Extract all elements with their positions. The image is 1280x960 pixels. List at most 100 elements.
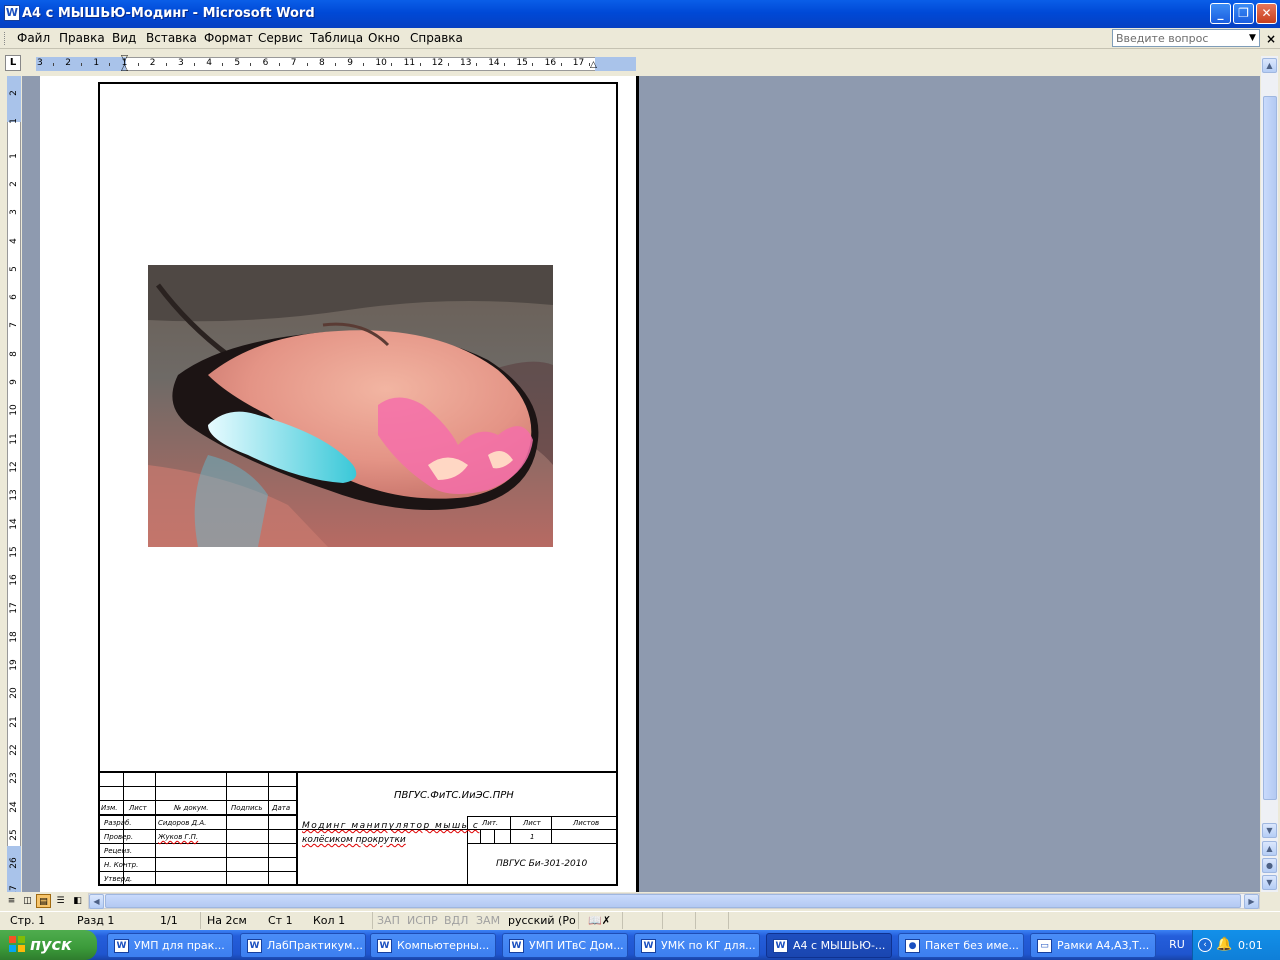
menu-edit[interactable]: Правка bbox=[59, 31, 105, 45]
mouse-photo-image[interactable] bbox=[148, 265, 553, 547]
menu-view[interactable]: Вид bbox=[112, 31, 136, 45]
status-language[interactable]: русский (Ро bbox=[508, 914, 576, 927]
document-close-button[interactable]: × bbox=[1266, 32, 1276, 46]
taskbar-item[interactable]: ● Пакет без име... bbox=[898, 933, 1024, 958]
ruler-number: 10 bbox=[375, 58, 387, 68]
ruler-tick bbox=[560, 63, 562, 66]
vruler-number: 22 bbox=[9, 744, 19, 756]
vruler-number: 24 bbox=[9, 800, 19, 813]
tray-expand-icon[interactable]: ‹ bbox=[1198, 938, 1212, 952]
ruler-number: 12 bbox=[431, 58, 444, 68]
developer-name: Сидоров Д.А. bbox=[158, 819, 207, 827]
scroll-left-button[interactable]: ◀ bbox=[89, 894, 104, 909]
vruler-number: 6 bbox=[9, 294, 19, 300]
tab-selector-button[interactable]: L bbox=[5, 55, 21, 71]
task-app-icon: W bbox=[247, 939, 262, 953]
spelling-check-icon[interactable]: 📖✗ bbox=[588, 914, 611, 927]
header-date: Дата bbox=[272, 804, 291, 812]
ruler-number: 14 bbox=[488, 58, 500, 68]
vruler-number: 14 bbox=[9, 517, 19, 530]
scroll-down-button[interactable]: ▼ bbox=[1262, 823, 1277, 838]
taskbar-item[interactable]: W Компьютерны... bbox=[370, 933, 496, 958]
ruler-tick bbox=[532, 63, 534, 66]
checker-name: Жуков Г.П. bbox=[158, 833, 199, 841]
print-layout-icon[interactable]: ▤ bbox=[36, 894, 51, 908]
task-app-icon: ● bbox=[905, 939, 920, 953]
vruler-number: 9 bbox=[9, 379, 19, 385]
status-record[interactable]: ЗАП bbox=[377, 914, 400, 927]
web-view-icon[interactable]: ◫ bbox=[20, 894, 35, 908]
ruler-number: 7 bbox=[290, 58, 297, 68]
taskbar-item[interactable]: W УМП ИТвС Дом... bbox=[502, 933, 628, 958]
ruler-number: 2 bbox=[65, 58, 71, 68]
vruler-number: 18 bbox=[9, 630, 19, 643]
ruler-number: 1 bbox=[93, 58, 100, 68]
minimize-button[interactable]: _ bbox=[1210, 3, 1231, 24]
header-list: Лист bbox=[129, 804, 147, 812]
taskbar-item[interactable]: W А4 с МЫШЬЮ-... bbox=[766, 933, 892, 958]
task-label: А4 с МЫШЬЮ-... bbox=[793, 939, 886, 952]
taskbar-item[interactable]: W УМК по КГ для... bbox=[634, 933, 760, 958]
scroll-up-button[interactable]: ▲ bbox=[1262, 58, 1277, 73]
vruler-number: 8 bbox=[9, 350, 19, 357]
role-developer: Разраб. bbox=[104, 819, 132, 827]
role-approver: Утверд. bbox=[104, 875, 133, 883]
menu-window[interactable]: Окно bbox=[368, 31, 400, 45]
status-section: Разд 1 bbox=[77, 914, 115, 927]
ruler-tick bbox=[165, 63, 167, 66]
toolbar-grip-icon[interactable] bbox=[4, 32, 7, 45]
next-page-button[interactable]: ▼ bbox=[1262, 875, 1277, 890]
previous-page-button[interactable]: ▲ bbox=[1262, 841, 1277, 856]
ruler-tick bbox=[476, 63, 477, 66]
maximize-button[interactable]: ❐ bbox=[1233, 3, 1254, 24]
vruler-number: 12 bbox=[9, 461, 19, 473]
right-indent-marker[interactable]: △ bbox=[590, 61, 597, 70]
task-label: ЛабПрактикум... bbox=[267, 939, 363, 952]
ruler-tick bbox=[419, 63, 421, 66]
close-button[interactable]: ✕ bbox=[1256, 3, 1277, 24]
vertical-scroll-thumb[interactable] bbox=[1263, 96, 1277, 800]
sheet-number: 1 bbox=[530, 833, 535, 841]
lit-label: Лит. bbox=[482, 819, 499, 827]
outline-view-icon[interactable]: ☰ bbox=[53, 894, 68, 908]
menu-bar: Файл Правка Вид Вставка Формат Сервис Та… bbox=[0, 28, 1280, 49]
reading-view-icon[interactable]: ◧ bbox=[70, 894, 85, 908]
status-line: Ст 1 bbox=[268, 914, 293, 927]
tray-app-icon[interactable]: 🔔 bbox=[1216, 937, 1232, 953]
header-signature: Подпись bbox=[231, 804, 263, 812]
menu-table[interactable]: Таблица bbox=[310, 31, 363, 45]
language-indicator[interactable]: RU bbox=[1162, 930, 1192, 960]
help-question-input[interactable]: Введите вопрос bbox=[1112, 29, 1260, 47]
vertical-ruler[interactable] bbox=[7, 76, 21, 892]
status-overtype[interactable]: ЗАМ bbox=[476, 914, 500, 927]
ruler-number: 11 bbox=[403, 58, 416, 68]
taskbar-item[interactable]: W ЛабПрактикум... bbox=[240, 933, 366, 958]
taskbar-item[interactable]: ▭ Рамки А4,А3,Т... bbox=[1030, 933, 1156, 958]
word-app-icon[interactable]: W bbox=[4, 5, 20, 21]
menu-help[interactable]: Справка bbox=[410, 31, 463, 45]
sheets-label: Листов bbox=[573, 819, 600, 827]
left-indent-marker[interactable]: △ bbox=[121, 64, 128, 73]
vruler-number: 25 bbox=[9, 829, 19, 841]
header-doc-num: № докум. bbox=[174, 804, 209, 812]
scroll-right-button[interactable]: ▶ bbox=[1244, 894, 1259, 909]
normal-view-icon[interactable]: ≡ bbox=[4, 894, 19, 908]
menu-format[interactable]: Формат bbox=[204, 31, 253, 45]
vruler-number: 7 bbox=[9, 322, 19, 329]
sheet-label: Лист bbox=[523, 819, 541, 827]
vruler-number: 26 bbox=[9, 857, 19, 869]
menu-tools[interactable]: Сервис bbox=[258, 31, 303, 45]
menu-file[interactable]: Файл bbox=[17, 31, 50, 45]
ruler-number: 17 bbox=[572, 58, 585, 68]
task-label: Компьютерны... bbox=[397, 939, 490, 952]
select-browse-object-button[interactable]: ● bbox=[1262, 858, 1277, 873]
ruler-tick bbox=[504, 63, 506, 66]
horizontal-scroll-thumb[interactable] bbox=[105, 894, 1241, 908]
chevron-down-icon[interactable]: ▼ bbox=[1249, 33, 1256, 43]
menu-insert[interactable]: Вставка bbox=[146, 31, 197, 45]
vruler-number: 4 bbox=[9, 237, 19, 244]
ruler-number: 16 bbox=[544, 58, 557, 68]
taskbar-item[interactable]: W УМП для прак... bbox=[107, 933, 233, 958]
status-track-changes[interactable]: ИСПР bbox=[407, 914, 438, 927]
status-extend[interactable]: ВДЛ bbox=[444, 914, 468, 927]
